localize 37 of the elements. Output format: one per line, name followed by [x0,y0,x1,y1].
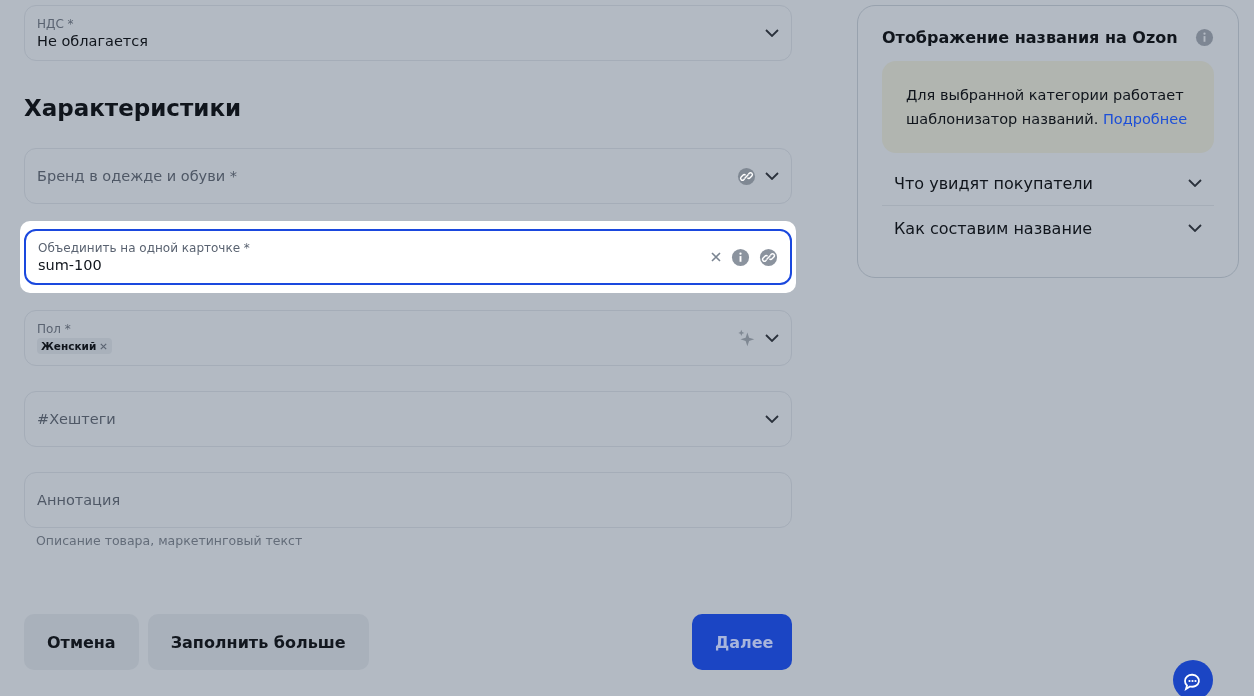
field-label: Объединить на одной карточке * [38,241,251,255]
chevron-down-icon[interactable] [765,415,779,423]
textarea-field[interactable]: Аннотация [24,472,792,528]
field-value: sum-100 [38,257,103,273]
chat-button[interactable] [1173,660,1213,696]
tag-select-field[interactable]: Пол * Женский [24,310,792,366]
field-placeholder: #Хештеги [37,411,117,427]
secondary-button[interactable]: Отмена [24,614,139,670]
field-placeholder: Бренд в одежде и обуви * [37,168,239,184]
panel-title: Отображение названия на Ozon [882,28,1178,47]
field-label: Пол * [37,322,72,336]
field-label: НДС * [37,17,75,31]
link-icon[interactable] [737,166,756,186]
clear-icon[interactable] [710,251,722,263]
section-heading: Характеристики [24,94,243,123]
input-field[interactable]: Объединить на одной карточке * sum-100 [24,229,792,285]
info-icon[interactable] [1195,28,1214,47]
accordion-item[interactable]: Как составим название [882,206,1214,250]
notice-text: Для выбранной категории работает шаблонизатор названий. Подробнее [906,86,1189,129]
next-button[interactable]: Далее [692,614,792,670]
remove-icon [99,341,109,351]
chevron-down-icon[interactable] [765,334,779,342]
field-value: Не облагается [37,33,149,49]
accordion-item[interactable]: Что увидят покупатели [882,161,1214,206]
field-hint: Описание товара, маркетинговый текст [36,533,304,548]
tag-chip[interactable]: Женский [37,338,113,354]
select-field[interactable]: #Хештеги [24,391,792,447]
secondary-button[interactable]: Заполнить больше [147,614,369,670]
chevron-down-icon [1188,224,1202,232]
info-icon[interactable] [731,247,750,267]
select-field[interactable]: НДС * Не облагается [24,5,792,61]
select-field[interactable]: Бренд в одежде и обуви * [24,148,792,204]
link-icon[interactable] [759,247,778,267]
chevron-down-icon[interactable] [765,172,779,180]
chevron-down-icon [1188,179,1202,187]
field-placeholder: Аннотация [37,492,122,508]
chevron-down-icon[interactable] [765,29,779,37]
